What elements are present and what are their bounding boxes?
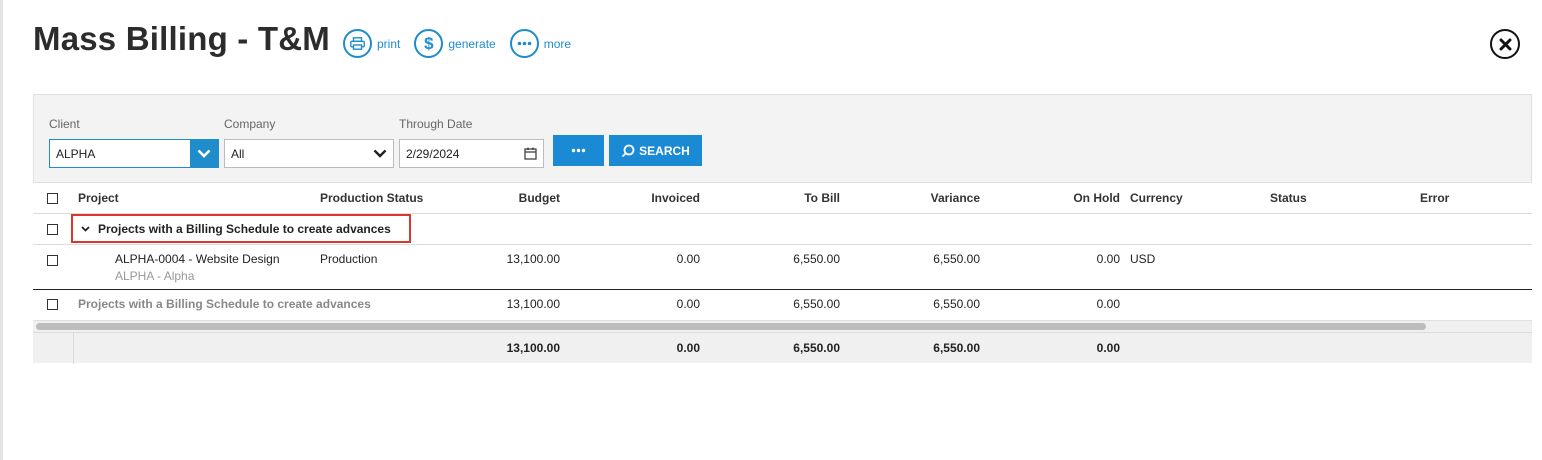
printer-icon bbox=[343, 29, 372, 58]
close-icon bbox=[1499, 38, 1511, 50]
company-label: Company bbox=[224, 117, 276, 131]
project-name[interactable]: ALPHA-0004 - Website Design bbox=[115, 252, 280, 266]
subtotal-variance: 6,550.00 bbox=[933, 297, 980, 311]
through-date-label: Through Date bbox=[399, 117, 473, 131]
column-header-budget[interactable]: Budget bbox=[440, 191, 560, 205]
column-divider bbox=[73, 333, 74, 364]
through-date-value[interactable]: 2/29/2024 bbox=[400, 147, 517, 161]
filter-panel: Client ALPHA Company All Through Date 2/… bbox=[33, 94, 1532, 183]
group-subtotal-row: Projects with a Billing Schedule to crea… bbox=[33, 290, 1532, 320]
column-header-error[interactable]: Error bbox=[1420, 191, 1449, 205]
group-checkbox[interactable] bbox=[47, 224, 58, 235]
currency-value: USD bbox=[1130, 252, 1156, 266]
column-header-currency[interactable]: Currency bbox=[1130, 191, 1183, 205]
more-filters-button[interactable] bbox=[553, 135, 604, 166]
client-input-value[interactable]: ALPHA bbox=[50, 147, 190, 161]
chevron-down-icon bbox=[197, 149, 211, 158]
budget-value: 13,100.00 bbox=[506, 252, 560, 266]
total-invoiced: 0.00 bbox=[676, 341, 700, 355]
client-combobox[interactable]: ALPHA bbox=[49, 139, 219, 168]
project-client: ALPHA - Alpha bbox=[115, 269, 195, 283]
through-date-input[interactable]: 2/29/2024 bbox=[399, 139, 544, 168]
group-header[interactable]: Projects with a Billing Schedule to crea… bbox=[71, 214, 411, 243]
chevron-down-icon bbox=[367, 149, 393, 158]
generate-label: generate bbox=[448, 36, 496, 51]
company-select-value: All bbox=[231, 146, 245, 161]
select-all-checkbox[interactable] bbox=[47, 193, 58, 204]
horizontal-scrollbar[interactable] bbox=[33, 320, 1532, 332]
subtotal-invoiced: 0.00 bbox=[676, 297, 700, 311]
column-header-to-bill[interactable]: To Bill bbox=[720, 191, 840, 205]
column-header-variance[interactable]: Variance bbox=[860, 191, 980, 205]
column-header-status[interactable]: Status bbox=[1270, 191, 1307, 205]
grand-total-row: 13,100.00 0.00 6,550.00 6,550.00 0.00 bbox=[33, 332, 1532, 364]
page-title: Mass Billing - T&M bbox=[33, 20, 330, 57]
more-action[interactable]: more bbox=[509, 29, 572, 58]
search-icon bbox=[622, 144, 635, 157]
billing-grid: Project Production Status Budget Invoice… bbox=[33, 183, 1532, 364]
ellipsis-icon bbox=[509, 29, 539, 58]
chevron-down-icon[interactable] bbox=[81, 225, 90, 232]
total-to-bill: 6,550.00 bbox=[793, 341, 840, 355]
subtotal-on-hold: 0.00 bbox=[1096, 297, 1120, 311]
column-header-project[interactable]: Project bbox=[78, 191, 119, 205]
dollar-icon: $ bbox=[414, 29, 444, 58]
print-action[interactable]: print bbox=[343, 29, 400, 58]
to-bill-value[interactable]: 6,550.00 bbox=[720, 252, 840, 266]
total-variance: 6,550.00 bbox=[933, 341, 980, 355]
subtotal-checkbox[interactable] bbox=[47, 299, 58, 310]
total-budget: 13,100.00 bbox=[506, 341, 560, 355]
row-checkbox[interactable] bbox=[47, 255, 58, 266]
search-button-label: SEARCH bbox=[639, 143, 690, 158]
group-label: Projects with a Billing Schedule to crea… bbox=[98, 221, 391, 236]
grid-header-row: Project Production Status Budget Invoice… bbox=[33, 183, 1532, 214]
print-label: print bbox=[377, 36, 401, 51]
client-dropdown-button[interactable] bbox=[190, 140, 218, 167]
total-on-hold: 0.00 bbox=[1096, 341, 1120, 355]
calendar-icon[interactable] bbox=[517, 147, 543, 160]
close-button[interactable] bbox=[1490, 29, 1520, 59]
column-header-production-status[interactable]: Production Status bbox=[320, 191, 423, 205]
subtotal-budget: 13,100.00 bbox=[506, 297, 560, 311]
company-select[interactable]: All bbox=[224, 139, 394, 168]
on-hold-value[interactable]: 0.00 bbox=[1000, 252, 1120, 266]
production-status: Production bbox=[320, 252, 378, 266]
column-header-invoiced[interactable]: Invoiced bbox=[580, 191, 700, 205]
group-row: Projects with a Billing Schedule to crea… bbox=[33, 214, 1532, 245]
generate-action[interactable]: $ generate bbox=[414, 29, 496, 58]
scrollbar-thumb[interactable] bbox=[36, 323, 1426, 330]
background-page-edge bbox=[0, 0, 3, 460]
client-label: Client bbox=[49, 117, 80, 131]
ellipsis-icon bbox=[571, 148, 586, 153]
header-actions: print $ generate more bbox=[343, 29, 585, 58]
column-header-on-hold[interactable]: On Hold bbox=[1000, 191, 1120, 205]
search-button[interactable]: SEARCH bbox=[609, 135, 702, 166]
more-label: more bbox=[543, 36, 572, 51]
table-row[interactable]: ALPHA-0004 - Website Design ALPHA - Alph… bbox=[33, 245, 1532, 290]
subtotal-to-bill: 6,550.00 bbox=[793, 297, 840, 311]
subtotal-label: Projects with a Billing Schedule to crea… bbox=[78, 297, 371, 311]
variance-value: 6,550.00 bbox=[933, 252, 980, 266]
invoiced-value: 0.00 bbox=[676, 252, 700, 266]
